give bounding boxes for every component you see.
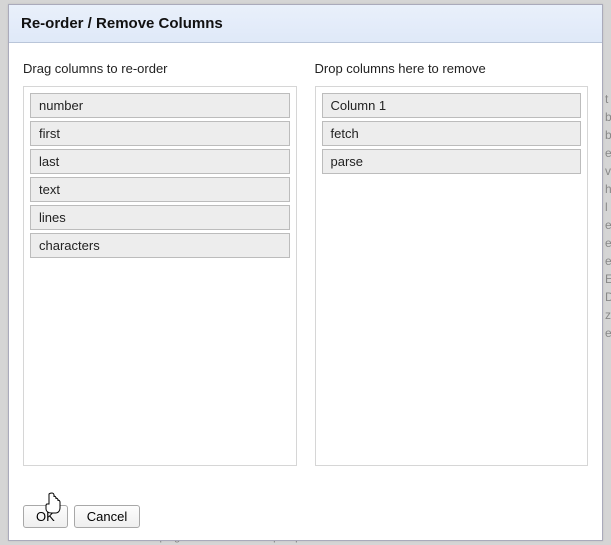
remove-item[interactable]: Column 1 <box>322 93 582 118</box>
reorder-item[interactable]: lines <box>30 205 290 230</box>
remove-listbox[interactable]: Column 1 fetch parse <box>315 86 589 466</box>
reorder-item[interactable]: number <box>30 93 290 118</box>
dialog-body: Drag columns to re-order number first last… <box>9 43 602 474</box>
remove-item[interactable]: fetch <box>322 121 582 146</box>
remove-item[interactable]: parse <box>322 149 582 174</box>
cancel-button[interactable]: Cancel <box>74 505 140 528</box>
reorder-item[interactable]: characters <box>30 233 290 258</box>
remove-label: Drop columns here to remove <box>315 61 589 76</box>
remove-column: Drop columns here to remove Column 1 fetc… <box>315 61 589 466</box>
reorder-item[interactable]: first <box>30 121 290 146</box>
reorder-remove-columns-dialog: Re-order / Remove Columns Drag columns t… <box>8 4 603 541</box>
reorder-listbox[interactable]: number first last text lines characters <box>23 86 297 466</box>
reorder-item[interactable]: last <box>30 149 290 174</box>
reorder-label: Drag columns to re-order <box>23 61 297 76</box>
ok-button[interactable]: OK <box>23 505 68 528</box>
dialog-title: Re-order / Remove Columns <box>9 5 602 43</box>
dialog-footer: OK Cancel <box>9 495 602 540</box>
reorder-column: Drag columns to re-order number first last… <box>23 61 297 466</box>
reorder-item[interactable]: text <box>30 177 290 202</box>
